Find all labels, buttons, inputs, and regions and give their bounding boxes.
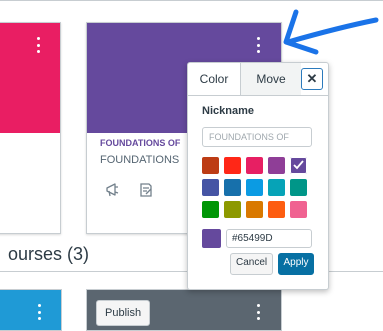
color-swatch[interactable] xyxy=(202,157,219,174)
card-unpublished-menu-icon[interactable] xyxy=(256,304,260,320)
announcements-icon[interactable] xyxy=(104,181,122,199)
color-swatch[interactable] xyxy=(224,179,241,196)
course-card-unpublished[interactable]: Publish xyxy=(86,289,282,331)
color-swatch[interactable] xyxy=(246,157,263,174)
top-divider xyxy=(0,0,383,1)
close-button[interactable]: ✕ xyxy=(301,68,323,90)
checkmark-icon xyxy=(293,160,304,170)
color-swatch[interactable] xyxy=(224,201,241,218)
card-bottom-left-menu-icon[interactable] xyxy=(37,304,41,320)
assignments-icon[interactable] xyxy=(137,181,155,199)
popover-tabs: Color Move ✕ xyxy=(188,63,328,96)
hex-color-input[interactable]: #65499D xyxy=(226,229,312,248)
card-left-menu-icon[interactable] xyxy=(36,37,40,53)
color-swatch[interactable] xyxy=(202,179,219,196)
course-card-code[interactable]: FOUNDATIONS OF xyxy=(100,138,190,148)
color-swatch[interactable] xyxy=(290,179,307,196)
course-card-bottom-left[interactable] xyxy=(0,289,62,331)
color-swatch[interactable] xyxy=(224,157,241,174)
tab-color[interactable]: Color xyxy=(188,63,240,95)
course-card-left[interactable] xyxy=(0,22,61,234)
section-heading: ourses (3) xyxy=(8,244,90,264)
color-swatch[interactable] xyxy=(268,201,285,218)
publish-button[interactable]: Publish xyxy=(96,300,151,326)
color-swatch[interactable] xyxy=(268,157,285,174)
course-card-subtitle: FOUNDATIONS xyxy=(100,154,180,166)
color-preview xyxy=(202,229,221,248)
color-swatch[interactable] xyxy=(246,179,263,196)
cancel-button[interactable]: Cancel xyxy=(230,253,274,275)
color-swatch[interactable] xyxy=(246,201,263,218)
nickname-input[interactable]: FOUNDATIONS OF xyxy=(202,127,312,147)
tab-move[interactable]: Move xyxy=(240,63,301,95)
card-options-menu-icon[interactable] xyxy=(256,37,260,53)
color-swatch[interactable] xyxy=(268,179,285,196)
course-card-left-hero[interactable] xyxy=(0,23,60,133)
annotation-arrow-icon xyxy=(283,9,379,55)
color-swatch[interactable] xyxy=(290,157,307,174)
color-swatch[interactable] xyxy=(290,201,307,218)
color-swatch[interactable] xyxy=(202,201,219,218)
nickname-label: Nickname xyxy=(202,105,254,117)
apply-button[interactable]: Apply xyxy=(278,253,314,275)
card-color-popover: Color Move ✕ Nickname FOUNDATIONS OF #65… xyxy=(187,62,329,290)
